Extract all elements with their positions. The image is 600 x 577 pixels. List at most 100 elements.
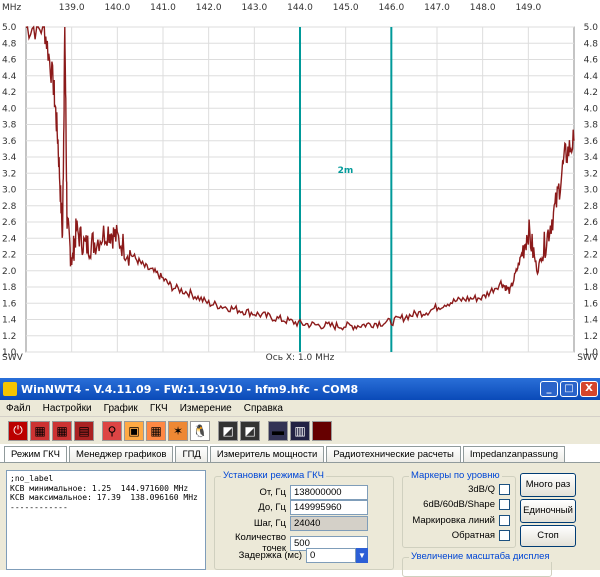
y-tick-label-right: 1.6 (584, 299, 599, 309)
y-tick-label-left: 4.0 (2, 104, 17, 114)
marker-3db-checkbox[interactable] (499, 484, 510, 495)
y-tick-label-right: 2.2 (584, 251, 598, 261)
x-tick-label: 146.0 (378, 3, 404, 13)
y-tick-label-right: 3.0 (584, 186, 599, 196)
y-tick-label-left: 1.8 (2, 283, 17, 293)
y-tick-label-right: 2.4 (584, 234, 599, 244)
log-line: КСВ максимальное: 17.39 138.096160 MHz (10, 493, 198, 502)
marker-lines-checkbox[interactable] (499, 515, 510, 526)
power-icon[interactable]: ⏻ (8, 420, 28, 441)
frame-icon[interactable]: ▣ (124, 420, 144, 441)
app-logo-icon (3, 382, 17, 396)
marker-6db-label: 6dB/60dB/Shape (423, 499, 495, 510)
step-field: 24040 (290, 516, 368, 531)
chart-icon[interactable]: ◩ (218, 420, 238, 441)
y-unit-label-left: SWV (2, 353, 24, 363)
window-titlebar: WinNWT4 - V.4.11.09 - FW:1.19:V10 - hfm9… (0, 378, 600, 400)
menu-settings[interactable]: Настройки (37, 403, 98, 414)
settings-icon[interactable]: ✶ (168, 420, 188, 441)
close-button[interactable]: X (580, 381, 598, 397)
cable-icon[interactable]: ▬ (268, 420, 288, 441)
y-tick-label-right: 4.0 (584, 104, 599, 114)
from-label: От, Гц (259, 487, 286, 498)
y-tick-label-left: 5.0 (2, 23, 17, 33)
menu-file[interactable]: Файл (0, 403, 37, 414)
log-text[interactable]: ;no_label КСВ минимальное: 1.25 144.9716… (6, 470, 206, 570)
y-tick-label-right: 2.6 (584, 218, 599, 228)
x-tick-label: 145.0 (333, 3, 359, 13)
from-row: От, Гц 138000000 (216, 485, 368, 500)
marker-reverse-label: Обратная (451, 530, 495, 541)
x-tick-label: 143.0 (241, 3, 267, 13)
maximize-button[interactable]: □ (560, 381, 578, 397)
y-tick-label-right: 2.8 (584, 202, 599, 212)
x-unit-label: MHz (2, 3, 22, 13)
y-tick-label-right: 3.2 (584, 169, 598, 179)
grid-icon[interactable]: ▦ (146, 420, 166, 441)
marker-reverse-checkbox[interactable] (499, 530, 510, 541)
tab-sweep-mode[interactable]: Режим ГКЧ (4, 446, 67, 463)
y-tick-label-right: 3.8 (584, 121, 599, 131)
tab-graph-manager[interactable]: Менеджер графиков (68, 446, 174, 463)
stop-button[interactable]: Стоп (520, 525, 576, 547)
delay-row: Задержка (мс) 0 ▼ (216, 548, 368, 563)
marker-3db-row: 3dB/Q (404, 484, 510, 495)
y-tick-label-right: 2.0 (584, 267, 599, 277)
y-tick-label-right: 5.0 (584, 23, 599, 33)
x-tick-label: 148.0 (470, 3, 496, 13)
marker-6db-row: 6dB/60dB/Shape (404, 499, 510, 510)
delay-value: 0 (306, 548, 356, 563)
printer-icon[interactable]: ▦ (52, 420, 72, 441)
band-marker-label: 2m (338, 166, 354, 176)
chart-icon[interactable]: ◩ (240, 420, 260, 441)
menu-sweep[interactable]: ГКЧ (144, 403, 174, 414)
stop-icon[interactable] (312, 420, 332, 441)
y-tick-label-right: 1.4 (584, 316, 599, 326)
y-tick-label-right: 4.6 (584, 56, 599, 66)
multi-sweep-button[interactable]: Много раз (520, 473, 576, 497)
step-row: Шаг, Гц 24040 (216, 516, 368, 531)
to-label: До, Гц (258, 502, 286, 513)
y-tick-label-left: 2.6 (2, 218, 17, 228)
log-line: ;no_label (10, 474, 54, 483)
print-preview-icon[interactable]: ▤ (74, 420, 94, 441)
x-tick-label: 140.0 (104, 3, 130, 13)
y-tick-label-left: 2.0 (2, 267, 17, 277)
y-tick-label-right: 1.8 (584, 283, 599, 293)
menu-help[interactable]: Справка (238, 403, 289, 414)
y-tick-label-left: 3.2 (2, 169, 16, 179)
x-tick-label: 144.0 (287, 3, 313, 13)
to-field[interactable]: 149995960 (290, 500, 368, 515)
menubar: Файл Настройки График ГКЧ Измерение Спра… (0, 400, 600, 417)
swr-chart: 139.0 140.0 141.0 142.0 143.0 144.0 145.0 146.0… (2, 3, 599, 363)
save-icon[interactable]: ▥ (290, 420, 310, 441)
from-field[interactable]: 138000000 (290, 485, 368, 500)
tab-power-meter[interactable]: Измеритель мощности (209, 446, 325, 463)
swr-plot[interactable]: 139.0 140.0 141.0 142.0 143.0 144.0 145.0 146.0… (0, 0, 600, 378)
penguin-icon[interactable]: 🐧 (190, 420, 210, 441)
y-tick-label-left: 1.4 (2, 316, 17, 326)
delay-label: Задержка (мс) (238, 550, 302, 561)
sweep-settings-title: Установки режима ГКЧ (221, 470, 326, 481)
printer-icon[interactable]: ▦ (30, 420, 50, 441)
delay-select[interactable]: 0 ▼ (306, 548, 368, 563)
tab-vfo[interactable]: ГПД (175, 446, 208, 463)
single-sweep-button[interactable]: Единочный (520, 499, 576, 523)
minimize-button[interactable]: _ (540, 381, 558, 397)
tab-rf-calc[interactable]: Радиотехнические расчеты (326, 446, 461, 463)
menu-graph[interactable]: График (98, 403, 144, 414)
y-tick-label-right: 3.4 (584, 153, 599, 163)
toolbar: ⏻ ▦ ▦ ▤ ⚲ ▣ ▦ ✶ 🐧 ◩ ◩ ▬ ▥ (0, 417, 600, 444)
y-tick-label-left: 3.4 (2, 153, 17, 163)
marker-reverse-row: Обратная (404, 530, 510, 541)
log-line: КСВ минимальное: 1.25 144.971600 MHz (10, 483, 189, 493)
probe-icon[interactable]: ⚲ (102, 420, 122, 441)
menu-measure[interactable]: Измерение (174, 403, 238, 414)
tab-impedance[interactable]: Impedanzanpassung (462, 446, 566, 463)
x-tick-label: 141.0 (150, 3, 176, 13)
x-tick-label: 147.0 (424, 3, 450, 13)
x-tick-label: 142.0 (196, 3, 222, 13)
marker-6db-checkbox[interactable] (499, 499, 510, 510)
x-tick-label: 139.0 (59, 3, 85, 13)
chevron-down-icon[interactable]: ▼ (356, 548, 368, 563)
